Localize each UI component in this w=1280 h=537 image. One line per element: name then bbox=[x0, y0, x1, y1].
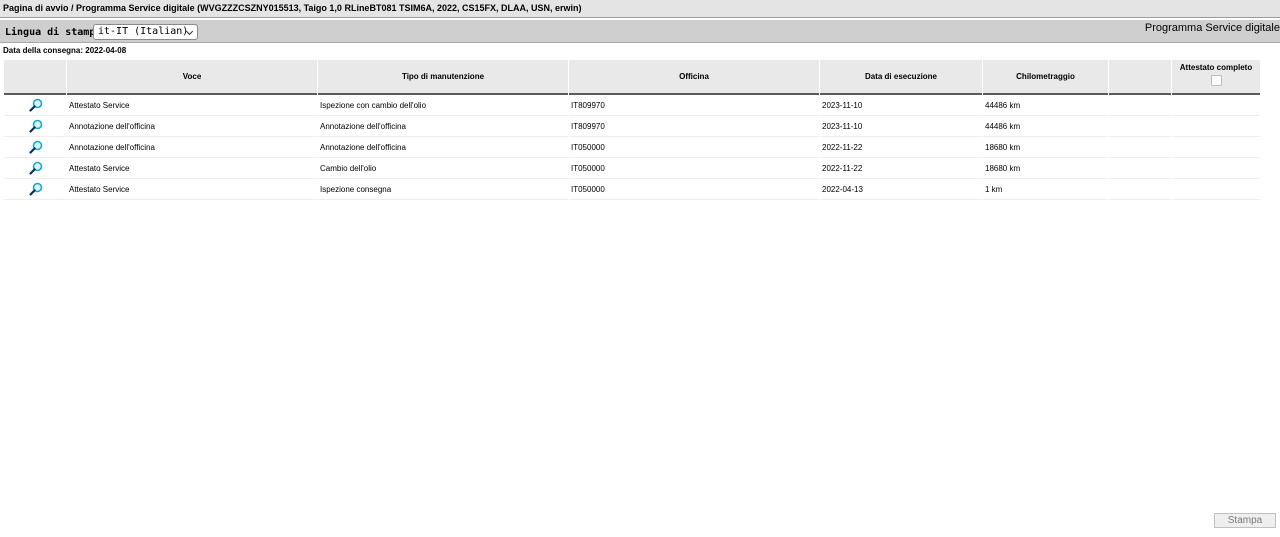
cell-officina: IT050000 bbox=[569, 179, 819, 200]
service-table: Voce Tipo di manutenzione Officina Data … bbox=[3, 60, 1261, 200]
cell-attestato bbox=[1172, 137, 1260, 158]
cell-empty bbox=[1109, 137, 1171, 158]
cell-km: 1 km bbox=[983, 179, 1108, 200]
cell-km: 18680 km bbox=[983, 137, 1108, 158]
cell-data: 2022-04-13 bbox=[820, 179, 982, 200]
app-title: Programma Service digitale bbox=[1144, 22, 1280, 34]
cell-attestato bbox=[1172, 158, 1260, 179]
cell-voce: Annotazione dell'officina bbox=[67, 116, 317, 137]
print-button[interactable]: Stampa bbox=[1214, 513, 1276, 528]
view-entry-button[interactable] bbox=[4, 179, 66, 200]
attestato-completo-label: Attestato completo bbox=[1179, 63, 1253, 72]
magnifier-icon bbox=[29, 98, 43, 112]
cell-tipo: Annotazione dell'officina bbox=[318, 116, 568, 137]
column-header-action bbox=[4, 60, 66, 95]
cell-km: 44486 km bbox=[983, 116, 1108, 137]
view-entry-button[interactable] bbox=[4, 158, 66, 179]
cell-tipo: Annotazione dell'officina bbox=[318, 137, 568, 158]
table-header-row: Voce Tipo di manutenzione Officina Data … bbox=[4, 60, 1260, 95]
cell-voce: Attestato Service bbox=[67, 158, 317, 179]
cell-data: 2022-11-22 bbox=[820, 137, 982, 158]
cell-officina: IT809970 bbox=[569, 95, 819, 116]
breadcrumb: Pagina di avvio / Programma Service digi… bbox=[0, 0, 1280, 18]
cell-data: 2023-11-10 bbox=[820, 116, 982, 137]
cell-tipo: Cambio dell'olio bbox=[318, 158, 568, 179]
cell-data: 2022-11-22 bbox=[820, 158, 982, 179]
magnifier-icon bbox=[29, 161, 43, 175]
print-language-value: it-IT (Italian) bbox=[98, 26, 189, 37]
view-entry-button[interactable] bbox=[4, 95, 66, 116]
view-entry-button[interactable] bbox=[4, 137, 66, 158]
print-language-label: Lingua di stampa: bbox=[5, 27, 108, 38]
cell-empty bbox=[1109, 116, 1171, 137]
cell-officina: IT809970 bbox=[569, 116, 819, 137]
attestato-completo-checkbox[interactable] bbox=[1210, 75, 1222, 86]
cell-voce: Annotazione dell'officina bbox=[67, 137, 317, 158]
table-row: Annotazione dell'officina Annotazione del… bbox=[4, 116, 1260, 137]
cell-officina: IT050000 bbox=[569, 137, 819, 158]
cell-attestato bbox=[1172, 95, 1260, 116]
cell-voce: Attestato Service bbox=[67, 95, 317, 116]
print-language-select[interactable]: it-IT (Italian) bbox=[93, 24, 198, 40]
column-header-attestato-completo: Attestato completo bbox=[1172, 60, 1260, 95]
column-header-tipo[interactable]: Tipo di manutenzione bbox=[318, 60, 568, 95]
cell-tipo: Ispezione con cambio dell'olio bbox=[318, 95, 568, 116]
column-header-data[interactable]: Data di esecuzione bbox=[820, 60, 982, 95]
table-row: Attestato Service Cambio dell'olio IT05000… bbox=[4, 158, 1260, 179]
delivery-date: Data della consegna: 2022-04-08 bbox=[3, 46, 127, 55]
table-row: Attestato Service Ispezione consegna IT050… bbox=[4, 179, 1260, 200]
cell-km: 44486 km bbox=[983, 95, 1108, 116]
magnifier-icon bbox=[29, 140, 43, 154]
cell-tipo: Ispezione consegna bbox=[318, 179, 568, 200]
column-header-km[interactable]: Chilometraggio bbox=[983, 60, 1108, 95]
toolbar: Lingua di stampa: it-IT (Italian) Progra… bbox=[0, 20, 1280, 43]
cell-km: 18680 km bbox=[983, 158, 1108, 179]
cell-voce: Attestato Service bbox=[67, 179, 317, 200]
cell-attestato bbox=[1172, 179, 1260, 200]
cell-empty bbox=[1109, 158, 1171, 179]
table-row: Annotazione dell'officina Annotazione del… bbox=[4, 137, 1260, 158]
cell-officina: IT050000 bbox=[569, 158, 819, 179]
magnifier-icon bbox=[29, 182, 43, 196]
cell-attestato bbox=[1172, 116, 1260, 137]
magnifier-icon bbox=[29, 119, 43, 133]
column-header-empty bbox=[1109, 60, 1171, 95]
cell-data: 2023-11-10 bbox=[820, 95, 982, 116]
cell-empty bbox=[1109, 95, 1171, 116]
column-header-officina[interactable]: Officina bbox=[569, 60, 819, 95]
cell-empty bbox=[1109, 179, 1171, 200]
view-entry-button[interactable] bbox=[4, 116, 66, 137]
table-row: Attestato Service Ispezione con cambio de… bbox=[4, 95, 1260, 116]
column-header-voce[interactable]: Voce bbox=[67, 60, 317, 95]
